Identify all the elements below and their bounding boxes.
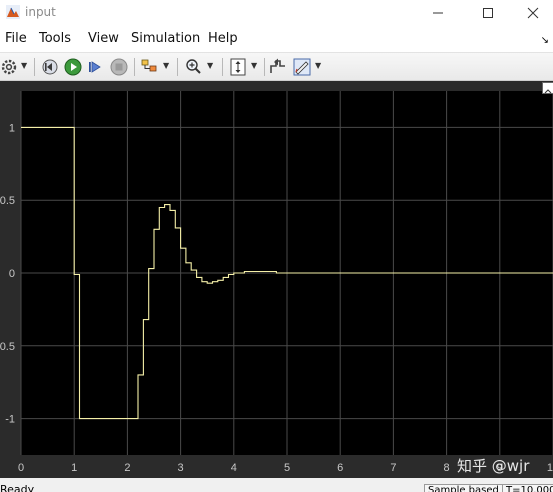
- stop-icon[interactable]: [109, 57, 129, 77]
- scope-plot[interactable]: 10.50-0.5-1 012345678910: [0, 81, 553, 478]
- run-icon[interactable]: [63, 57, 83, 77]
- y-tick-label: -0.5: [0, 341, 15, 353]
- x-tick-label: 7: [390, 462, 396, 474]
- autoscale-dropdown-icon[interactable]: ▼: [251, 61, 257, 70]
- menu-view[interactable]: View: [88, 31, 119, 46]
- undock-icon: [544, 89, 552, 94]
- menu-bar: File Tools View Simulation Help ↘: [0, 26, 553, 53]
- y-tick-label: 0.5: [0, 195, 15, 207]
- y-tick-labels: 1 0.5 0 -0.5 -1: [0, 122, 15, 425]
- toolbar-separator: [222, 58, 223, 76]
- cursor-measure-icon[interactable]: [292, 57, 312, 77]
- x-tick-label: 4: [231, 462, 237, 474]
- toolbar-separator: [177, 58, 178, 76]
- status-text: Ready: [0, 483, 35, 492]
- settings-icon[interactable]: [0, 57, 20, 77]
- x-tick-label: 1: [71, 462, 77, 474]
- status-bar: Ready Sample based T=10.000: [0, 478, 553, 492]
- zoom-dropdown-icon[interactable]: ▼: [207, 61, 213, 70]
- x-tick-label: 5: [284, 462, 290, 474]
- sim-time-indicator: T=10.000: [502, 484, 553, 492]
- highlight-dropdown-icon[interactable]: ▼: [163, 61, 169, 70]
- settings-dropdown-icon[interactable]: ▼: [21, 61, 27, 70]
- y-tick-label: -1: [5, 414, 15, 426]
- highlight-icon[interactable]: [140, 57, 160, 77]
- undock-button[interactable]: [542, 82, 553, 94]
- restore-icon[interactable]: [268, 57, 288, 77]
- toolbar-separator: [264, 58, 265, 76]
- autoscale-icon[interactable]: [228, 57, 248, 77]
- close-button[interactable]: [510, 0, 553, 26]
- x-tick-label: 8: [444, 462, 450, 474]
- x-tick-label: 6: [337, 462, 343, 474]
- x-tick-label: 0: [18, 462, 24, 474]
- maximize-icon: [483, 8, 493, 18]
- simulink-icon: [6, 5, 20, 19]
- title-bar: input: [0, 0, 553, 26]
- dock-arrow-icon[interactable]: ↘: [541, 35, 549, 46]
- menu-tools[interactable]: Tools: [39, 31, 71, 46]
- scope-display: 10.50-0.5-1 012345678910 知乎 @wjr: [0, 81, 553, 478]
- minimize-icon: [433, 12, 443, 14]
- step-forward-icon[interactable]: [86, 57, 106, 77]
- measure-dropdown-icon[interactable]: ▼: [315, 61, 321, 70]
- y-tick-label: 1: [9, 122, 15, 134]
- menu-simulation[interactable]: Simulation: [131, 31, 200, 46]
- x-tick-label: 10: [547, 462, 553, 474]
- menu-help[interactable]: Help: [208, 31, 238, 46]
- maximize-button[interactable]: [465, 0, 511, 26]
- menu-file[interactable]: File: [5, 31, 27, 46]
- y-tick-label: 0: [9, 268, 15, 280]
- x-tick-label: 2: [124, 462, 130, 474]
- window-title: input: [25, 5, 56, 19]
- minimize-button[interactable]: [415, 0, 461, 26]
- step-back-icon[interactable]: [40, 57, 60, 77]
- close-icon: [527, 7, 539, 19]
- toolbar: ▼ ▼ ▼ ▼ ▼: [0, 53, 553, 81]
- toolbar-separator: [34, 58, 35, 76]
- zoom-icon[interactable]: [184, 57, 204, 77]
- sample-mode-indicator: Sample based: [424, 484, 503, 492]
- watermark: 知乎 @wjr: [457, 457, 530, 475]
- toolbar-separator: [134, 58, 135, 76]
- x-tick-label: 3: [178, 462, 184, 474]
